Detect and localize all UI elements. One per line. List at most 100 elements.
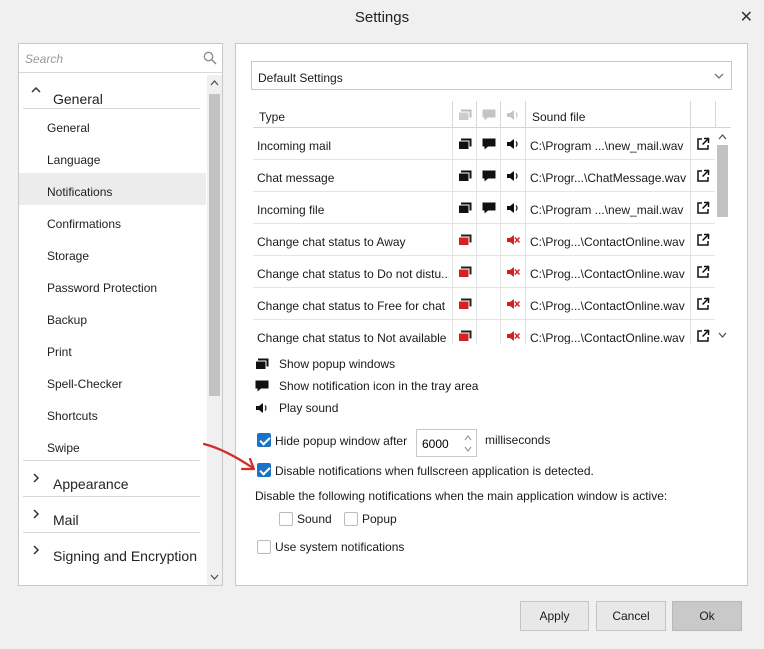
tray-icon[interactable] xyxy=(482,170,496,182)
column-divider xyxy=(476,288,477,320)
sidebar-scrollbar[interactable] xyxy=(207,75,222,585)
close-icon[interactable]: ✕ xyxy=(740,7,753,27)
nav-item-confirmations[interactable]: Confirmations xyxy=(19,205,206,237)
column-divider xyxy=(690,224,691,256)
nav-item-label: Notifications xyxy=(47,185,113,199)
system-notifications-checkbox[interactable] xyxy=(257,540,271,554)
apply-button[interactable]: Apply xyxy=(520,601,589,631)
nav-item-print[interactable]: Print xyxy=(19,333,206,365)
popup-icon[interactable] xyxy=(458,202,472,214)
grid-scrollbar[interactable] xyxy=(715,128,730,344)
column-divider xyxy=(525,224,526,256)
speaker-disabled-icon[interactable] xyxy=(506,266,520,278)
popup-disabled-icon[interactable] xyxy=(458,298,472,310)
table-row[interactable]: Incoming file C:\Program ...\new_mail.wav xyxy=(253,192,715,224)
nav-item-storage[interactable]: Storage xyxy=(19,237,206,269)
speaker-icon[interactable] xyxy=(506,138,520,150)
active-sound-checkbox[interactable] xyxy=(279,512,293,526)
nav-item-notifications[interactable]: Notifications xyxy=(19,173,206,205)
nav-item-label: Shortcuts xyxy=(47,409,98,423)
column-divider xyxy=(500,128,501,160)
table-row[interactable]: Change chat status to Do not distu... C:\… xyxy=(253,256,715,288)
speaker-disabled-icon[interactable] xyxy=(506,330,520,342)
nav-item-backup[interactable]: Backup xyxy=(19,301,206,333)
search-input[interactable] xyxy=(25,50,195,68)
nav-item-language[interactable]: Language xyxy=(19,141,206,173)
sound-file-path[interactable]: C:\Prog...\ContactOnline.wav xyxy=(530,235,690,249)
speaker-icon[interactable] xyxy=(506,170,520,182)
popup-icon[interactable] xyxy=(458,138,472,150)
notification-type: Change chat status to Free for chat xyxy=(257,299,446,313)
nav-item-password-protection[interactable]: Password Protection xyxy=(19,269,206,301)
table-row[interactable]: Change chat status to Not available C:\Pr… xyxy=(253,320,715,344)
column-divider xyxy=(500,101,501,128)
spin-down-icon[interactable] xyxy=(463,445,473,453)
popup-duration-input[interactable] xyxy=(422,437,458,451)
chevron-right-icon xyxy=(33,545,40,555)
nav-item-spell-checker[interactable]: Spell-Checker xyxy=(19,365,206,397)
open-external-icon[interactable] xyxy=(696,297,710,311)
column-divider xyxy=(690,128,691,160)
table-row[interactable]: Change chat status to Away C:\Prog...\Con… xyxy=(253,224,715,256)
open-external-icon[interactable] xyxy=(696,329,710,343)
table-row[interactable]: Change chat status to Free for chat C:\Pr… xyxy=(253,288,715,320)
speaker-disabled-icon[interactable] xyxy=(506,234,520,246)
spin-up-icon[interactable] xyxy=(463,434,473,442)
column-divider xyxy=(500,160,501,192)
column-header-sound[interactable]: Sound file xyxy=(532,110,585,124)
sound-file-path[interactable]: C:\Progr...\ChatMessage.wav xyxy=(530,171,690,185)
sound-file-path[interactable]: C:\Prog...\ContactOnline.wav xyxy=(530,267,690,281)
speaker-icon[interactable] xyxy=(506,202,520,214)
popup-disabled-icon[interactable] xyxy=(458,234,472,246)
table-row[interactable]: Incoming mail C:\Program ...\new_mail.wav xyxy=(253,128,715,160)
column-divider xyxy=(476,128,477,160)
nav-section-appearance[interactable]: Appearance xyxy=(23,461,200,497)
scrollbar-thumb[interactable] xyxy=(717,145,728,217)
nav-section-mail[interactable]: Mail xyxy=(23,497,200,533)
open-external-icon[interactable] xyxy=(696,265,710,279)
scroll-up-icon[interactable] xyxy=(717,132,728,142)
nav-item-label: Spell-Checker xyxy=(47,377,123,391)
nav-item-label: Confirmations xyxy=(47,217,122,231)
system-notifications-label: Use system notifications xyxy=(275,540,405,554)
scroll-down-icon[interactable] xyxy=(717,330,728,340)
sound-file-path[interactable]: C:\Program ...\new_mail.wav xyxy=(530,203,690,217)
column-divider xyxy=(525,320,526,344)
speaker-disabled-icon[interactable] xyxy=(506,298,520,310)
scrollbar-thumb[interactable] xyxy=(209,94,220,396)
active-popup-checkbox[interactable] xyxy=(344,512,358,526)
legend-label: Show notification icon in the tray area xyxy=(279,379,479,393)
popup-duration-stepper[interactable] xyxy=(416,429,477,457)
nav-item-shortcuts[interactable]: Shortcuts xyxy=(19,397,206,429)
nav-section-general[interactable]: General xyxy=(23,75,200,109)
popup-disabled-icon[interactable] xyxy=(458,330,472,342)
sound-file-path[interactable]: C:\Program ...\new_mail.wav xyxy=(530,139,690,153)
nav-section-label: General xyxy=(53,91,103,107)
open-external-icon[interactable] xyxy=(696,201,710,215)
ok-button[interactable]: Ok xyxy=(672,601,742,631)
sound-file-path[interactable]: C:\Prog...\ContactOnline.wav xyxy=(530,331,690,344)
tray-icon[interactable] xyxy=(482,202,496,214)
nav-item-general[interactable]: General xyxy=(19,109,206,141)
search-icon[interactable] xyxy=(203,51,217,65)
nav-item-swipe[interactable]: Swipe xyxy=(23,429,200,461)
profile-dropdown[interactable]: Default Settings xyxy=(251,61,732,90)
scroll-down-icon[interactable] xyxy=(209,572,220,582)
column-divider xyxy=(452,288,453,320)
popup-icon[interactable] xyxy=(458,170,472,182)
popup-disabled-icon[interactable] xyxy=(458,266,472,278)
column-divider xyxy=(476,101,477,128)
column-divider xyxy=(525,256,526,288)
open-external-icon[interactable] xyxy=(696,233,710,247)
open-external-icon[interactable] xyxy=(696,169,710,183)
nav-section-signing-encryption[interactable]: Signing and Encryption xyxy=(23,533,200,569)
column-header-type[interactable]: Type xyxy=(259,110,285,124)
nav-item-label: Storage xyxy=(47,249,90,263)
scroll-up-icon[interactable] xyxy=(209,78,220,88)
open-external-icon[interactable] xyxy=(696,137,710,151)
cancel-button[interactable]: Cancel xyxy=(596,601,666,631)
sound-file-path[interactable]: C:\Prog...\ContactOnline.wav xyxy=(530,299,690,313)
tray-icon[interactable] xyxy=(482,138,496,150)
table-row[interactable]: Chat message C:\Progr...\ChatMessage.wav xyxy=(253,160,715,192)
milliseconds-label: milliseconds xyxy=(485,433,551,447)
